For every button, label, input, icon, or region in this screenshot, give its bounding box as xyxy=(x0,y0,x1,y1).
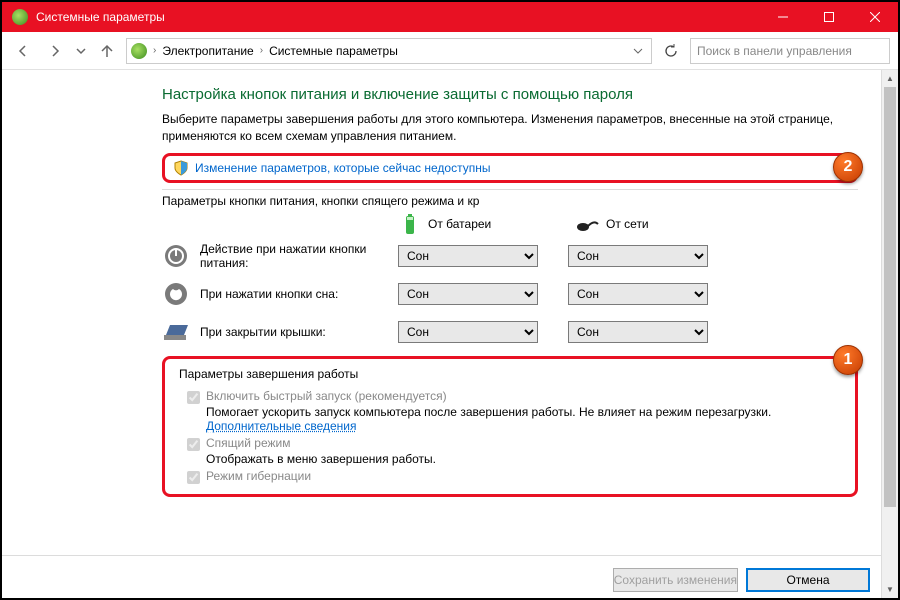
sleep-checkbox[interactable] xyxy=(187,438,200,451)
power-button-ac-select[interactable]: Сон xyxy=(568,245,708,267)
page-title: Настройка кнопок питания и включение защ… xyxy=(162,86,858,103)
save-button[interactable]: Сохранить изменения xyxy=(613,568,738,592)
setting-row: При нажатии кнопки сна: Сон Сон xyxy=(162,280,858,308)
page-content: Настройка кнопок питания и включение защ… xyxy=(2,70,898,505)
lid-battery-select[interactable]: Сон xyxy=(398,321,538,343)
chevron-down-icon[interactable] xyxy=(629,46,647,56)
scrollbar[interactable]: ▲ ▼ xyxy=(881,70,898,598)
chevron-right-icon: › xyxy=(260,45,263,56)
window-title: Системные параметры xyxy=(36,10,760,24)
lid-icon xyxy=(162,318,190,346)
refresh-button[interactable] xyxy=(658,38,684,64)
intro-text: Выберите параметры завершения работы для… xyxy=(162,111,858,145)
fast-startup-checkbox[interactable] xyxy=(187,391,200,404)
breadcrumb[interactable]: › Электропитание › Системные параметры xyxy=(126,38,652,64)
breadcrumb-item[interactable]: Системные параметры xyxy=(269,44,398,58)
shutdown-settings-group: 1 Параметры завершения работы Включить б… xyxy=(162,356,858,497)
chevron-right-icon: › xyxy=(153,45,156,56)
scroll-up-icon[interactable]: ▲ xyxy=(882,70,898,87)
shield-icon xyxy=(173,160,189,176)
lid-ac-select[interactable]: Сон xyxy=(568,321,708,343)
back-button[interactable] xyxy=(10,38,36,64)
sleep-button-icon xyxy=(162,280,190,308)
unlock-settings-row: Изменение параметров, которые сейчас нед… xyxy=(162,153,858,183)
sleep-desc: Отображать в меню завершения работы. xyxy=(206,452,841,466)
plug-icon xyxy=(576,212,600,236)
button-bar: Сохранить изменения Отмена xyxy=(613,568,870,592)
hibernate-checkbox[interactable] xyxy=(187,471,200,484)
minimize-button[interactable] xyxy=(760,2,806,32)
search-placeholder: Поиск в панели управления xyxy=(697,44,852,58)
close-button[interactable] xyxy=(852,2,898,32)
scroll-down-icon[interactable]: ▼ xyxy=(882,581,898,598)
annotation-badge: 1 xyxy=(833,345,863,375)
fast-startup-desc: Помогает ускорить запуск компьютера посл… xyxy=(206,405,841,433)
sleep-button-battery-select[interactable]: Сон xyxy=(398,283,538,305)
column-headers: От батареи От сети xyxy=(398,212,858,236)
column-battery-label: От батареи xyxy=(428,217,491,231)
breadcrumb-item[interactable]: Электропитание xyxy=(162,44,253,58)
power-button-label: Действие при нажатии кнопки питания: xyxy=(200,242,398,270)
maximize-button[interactable] xyxy=(806,2,852,32)
up-button[interactable] xyxy=(94,38,120,64)
setting-row: При закрытии крышки: Сон Сон xyxy=(162,318,858,346)
hibernate-label: Режим гибернации xyxy=(206,469,841,483)
more-info-link[interactable]: Дополнительные сведения xyxy=(206,419,356,433)
lid-label: При закрытии крышки: xyxy=(200,325,398,339)
power-button-icon xyxy=(162,242,190,270)
shutdown-settings-heading: Параметры завершения работы xyxy=(179,367,841,381)
nav-bar: › Электропитание › Системные параметры П… xyxy=(2,32,898,70)
button-settings-heading: Параметры кнопки питания, кнопки спящего… xyxy=(162,189,858,208)
sleep-button-label: При нажатии кнопки сна: xyxy=(200,287,398,301)
sleep-label: Спящий режим xyxy=(206,436,841,450)
recent-button[interactable] xyxy=(74,38,88,64)
sleep-button-ac-select[interactable]: Сон xyxy=(568,283,708,305)
battery-icon xyxy=(398,212,422,236)
title-bar: Системные параметры xyxy=(2,2,898,32)
search-input[interactable]: Поиск в панели управления xyxy=(690,38,890,64)
annotation-badge: 2 xyxy=(833,152,863,182)
cancel-button[interactable]: Отмена xyxy=(746,568,870,592)
divider xyxy=(2,555,881,556)
unlock-settings-link[interactable]: Изменение параметров, которые сейчас нед… xyxy=(195,161,491,175)
app-icon xyxy=(12,9,28,25)
fast-startup-label: Включить быстрый запуск (рекомендуется) xyxy=(206,389,841,403)
forward-button[interactable] xyxy=(42,38,68,64)
column-ac-label: От сети xyxy=(606,217,649,231)
power-button-battery-select[interactable]: Сон xyxy=(398,245,538,267)
setting-row: Действие при нажатии кнопки питания: Сон… xyxy=(162,242,858,270)
scroll-thumb[interactable] xyxy=(884,87,896,507)
power-options-icon xyxy=(131,43,147,59)
